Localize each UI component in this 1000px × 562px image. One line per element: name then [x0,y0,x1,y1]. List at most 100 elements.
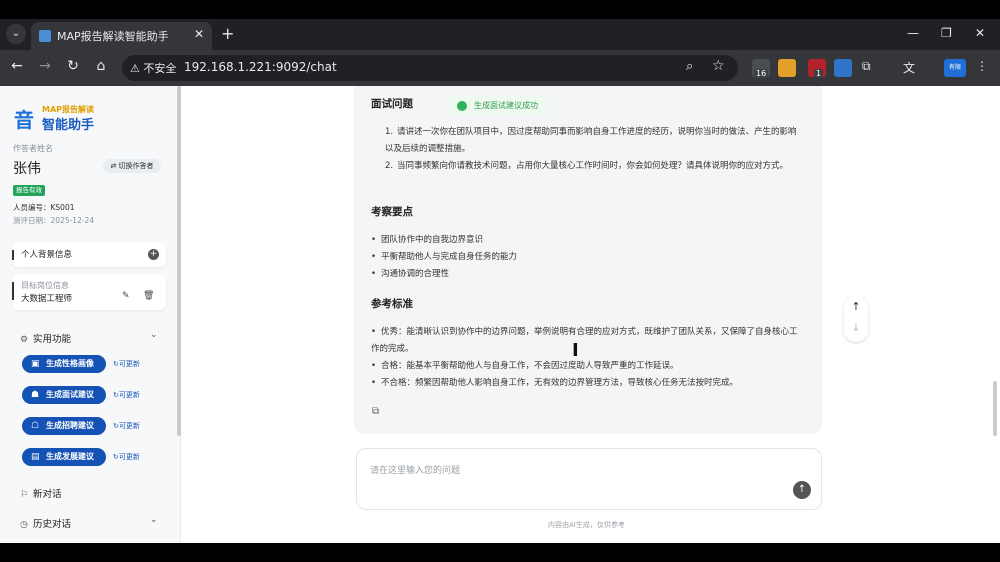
refresh-label: 可更新 [118,453,140,461]
criteria-item: • 合格：能基本平衡帮助他人与自身工作，不会因过度助人导致严重的工作延误。 [371,361,679,371]
flag-icon: ⚐ [20,490,29,500]
assistant-message: 面试问题 1. 请讲述一次你在团队项目中，因过度帮助同事而影响自身工作进度的经历，… [354,86,822,434]
refresh-label: 可更新 [118,360,140,368]
extension-1-icon[interactable]: 16 [752,59,770,78]
personal-info-card[interactable]: 个人背景信息 + [12,242,166,267]
browser-menu-icon[interactable]: ⋮ [976,59,994,77]
refresh-link[interactable]: ↻可更新 [113,421,140,431]
page-scrollbar[interactable] [993,381,997,436]
forward-arrow-icon[interactable]: → [35,58,55,74]
toast-text: 生成面试建议成功 [474,101,538,110]
chat-input[interactable]: 请在这里输入您的问题 ↑ [356,448,822,510]
scroll-down-arrow-icon[interactable]: ↓ [844,321,868,334]
extensions-puzzle-icon[interactable]: ⧉ [862,59,880,77]
question-number: 1. [385,127,394,137]
reload-icon[interactable]: ↻ [63,58,83,74]
report-status-badge: 报告有效 [13,185,45,196]
focus-text: 沟通协调的合理性 [381,269,450,279]
home-icon[interactable]: ⌂ [91,58,111,74]
generate-development-button[interactable]: ▤ 生成发展建议 [22,448,106,466]
respondent-label: 作答者姓名 [13,144,53,153]
ai-disclaimer: 内容由AI生成，仅供参考 [548,521,625,529]
generate-interview-button[interactable]: ☗ 生成面试建议 [22,386,106,404]
refresh-link[interactable]: ↻可更新 [113,390,140,400]
address-bar[interactable]: ⚠ 不安全 192.168.1.221:9092/chat ⌕ ☆ [122,55,738,81]
extension-3-icon[interactable]: 1 [808,59,826,78]
history-chat-item[interactable]: ◷ 历史对话 [20,516,71,530]
scroll-up-arrow-icon[interactable]: ↑ [844,300,868,313]
focus-item: • 团队协作中的自我边界意识 [371,235,484,245]
card-accent-bar [12,250,14,260]
minimize-icon[interactable]: — [907,26,919,40]
translate-extension-icon[interactable] [834,59,852,77]
send-arrow-icon[interactable]: ↑ [793,481,811,499]
generate-development-label: 生成发展建议 [46,452,94,461]
chat-input-placeholder: 请在这里输入您的问题 [370,466,461,476]
restore-icon[interactable]: ❐ [941,26,952,40]
card-accent-bar [12,282,14,300]
translate-page-icon[interactable]: 文 [903,59,921,77]
text-cursor-icon: I [572,340,579,361]
url-text[interactable]: 192.168.1.221:9092/chat [184,60,337,74]
chevron-down-icon[interactable]: ⌄ [150,515,158,525]
criteria-item: • 不合格：频繁因帮助他人影响自身工作，无有效的边界管理方法，导致核心任务无法按时… [371,378,739,388]
generate-personality-button[interactable]: ▣ 生成性格画像 [22,355,106,373]
success-check-icon [457,101,467,111]
focus-points-heading: 考察要点 [371,206,413,218]
target-position-value: 大数据工程师 [21,294,73,304]
close-window-icon[interactable]: ✕ [975,26,985,40]
refresh-link[interactable]: ↻可更新 [113,452,140,462]
browser-tab[interactable]: MAP报告解读智能助手 ✕ [31,22,212,50]
refresh-link[interactable]: ↻可更新 [113,359,140,369]
test-date: 测评日期：2025-12-24 [13,216,95,225]
chevron-down-icon[interactable]: ⌄ [150,330,158,340]
functions-section-header[interactable]: ⚙ 实用功能 [20,331,71,345]
edit-icon[interactable]: ✎ [122,291,130,301]
refresh-label: 可更新 [118,391,140,399]
question-item: 2. 当同事频繁向你请教技术问题，占用你大量核心工作时间时，你会如何处理？请具体说… [385,158,801,175]
back-arrow-icon[interactable]: ← [7,58,27,74]
chat-main: 面试问题 1. 请讲述一次你在团队项目中，因过度帮助同事而影响自身工作进度的经历，… [181,86,1000,543]
personal-info-label: 个人背景信息 [21,250,73,260]
profile-avatar[interactable]: 有限 [944,59,966,77]
scroll-navigation: ↑ ↓ [844,296,868,342]
respondent-name: 张伟 [13,161,41,177]
clock-icon: ◷ [20,520,28,530]
interview-questions-heading: 面试问题 [371,98,413,110]
bookmark-star-icon[interactable]: ☆ [712,58,725,74]
focus-item: • 沟通协调的合理性 [371,269,450,279]
letterbox-top [0,0,1000,19]
logo-title: 智能助手 [42,118,95,133]
interview-icon: ☗ [31,390,40,400]
recruitment-icon: ☖ [31,421,40,431]
criteria-heading: 参考标准 [371,298,413,310]
refresh-label: 可更新 [118,422,140,430]
browser-tabstrip: ⌄ MAP报告解读智能助手 ✕ + — ❐ ✕ [0,19,1000,50]
browser-toolbar: ← → ↻ ⌂ ⚠ 不安全 192.168.1.221:9092/chat ⌕ … [0,50,1000,86]
focus-text: 平衡帮助他人与完成自身任务的能力 [381,252,518,262]
not-secure-indicator[interactable]: ⚠ 不安全 [130,60,176,76]
generate-recruitment-button[interactable]: ☖ 生成招聘建议 [22,417,106,435]
development-chart-icon: ▤ [31,452,40,462]
extension-1-badge: 16 [754,69,769,78]
site-favicon-icon [39,30,51,42]
copy-icon[interactable]: ⧉ [372,406,379,417]
functions-grid-icon: ⚙ [20,335,29,345]
new-chat-item[interactable]: ⚐ 新对话 [20,486,62,500]
criteria-text: 合格：能基本平衡帮助他人与自身工作，不会因过度助人导致严重的工作延误。 [381,361,679,371]
switch-respondent-button[interactable]: ⇄ 切换作答者 [103,159,161,173]
new-tab-plus-icon[interactable]: + [221,24,234,43]
portrait-icon: ▣ [31,359,40,369]
download-extension-icon[interactable] [778,59,796,77]
delete-trash-icon[interactable]: 🗑 [143,291,154,301]
question-number: 2. [385,161,394,171]
add-personal-info-icon[interactable]: + [148,249,159,260]
history-label: 历史对话 [33,519,72,530]
tab-search-chevron-icon[interactable]: ⌄ [6,24,26,44]
question-text: 请讲述一次你在团队项目中，因过度帮助同事而影响自身工作进度的经历，说明你当时的做… [385,127,797,154]
tab-close-icon[interactable]: ✕ [194,27,204,41]
zoom-search-icon[interactable]: ⌕ [686,59,693,74]
focus-text: 团队协作中的自我边界意识 [381,235,484,245]
generate-interview-label: 生成面试建议 [46,390,94,399]
focus-item: • 平衡帮助他人与完成自身任务的能力 [371,252,518,262]
